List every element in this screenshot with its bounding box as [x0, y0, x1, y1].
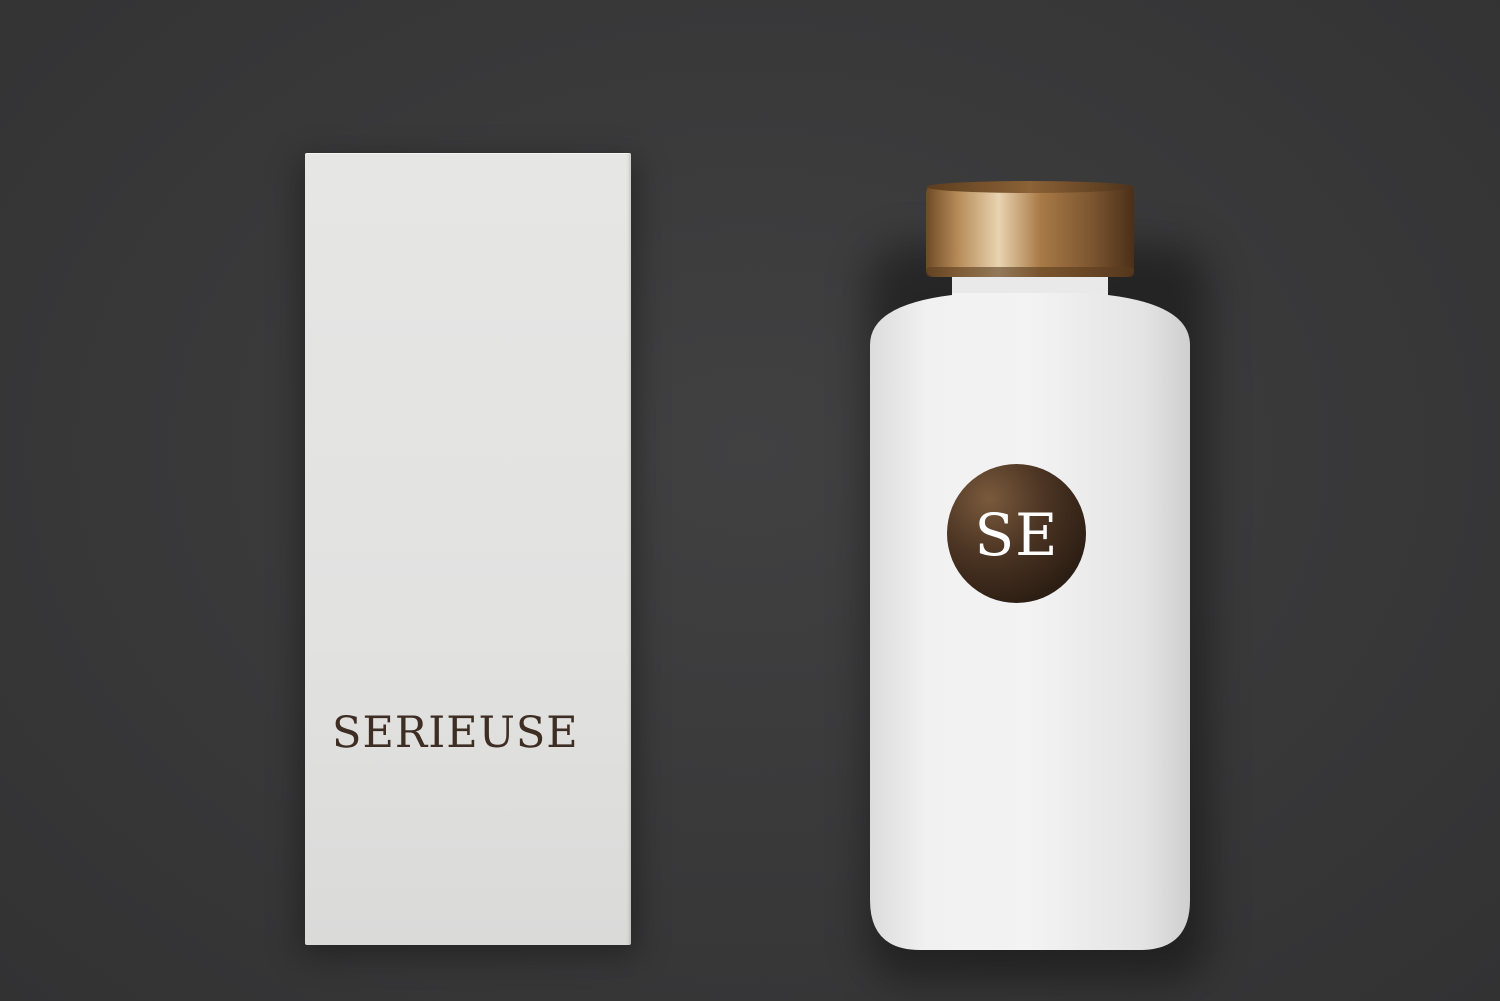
box-edge	[626, 153, 631, 945]
packaging-box	[305, 153, 631, 945]
box-brand-name: SERIEUSE	[332, 708, 579, 758]
bottle-logo-text: SE	[974, 500, 1059, 569]
monogram-circle-icon: SE	[947, 464, 1086, 603]
mockup-scene: SERIEUSE SE	[0, 0, 1500, 1001]
